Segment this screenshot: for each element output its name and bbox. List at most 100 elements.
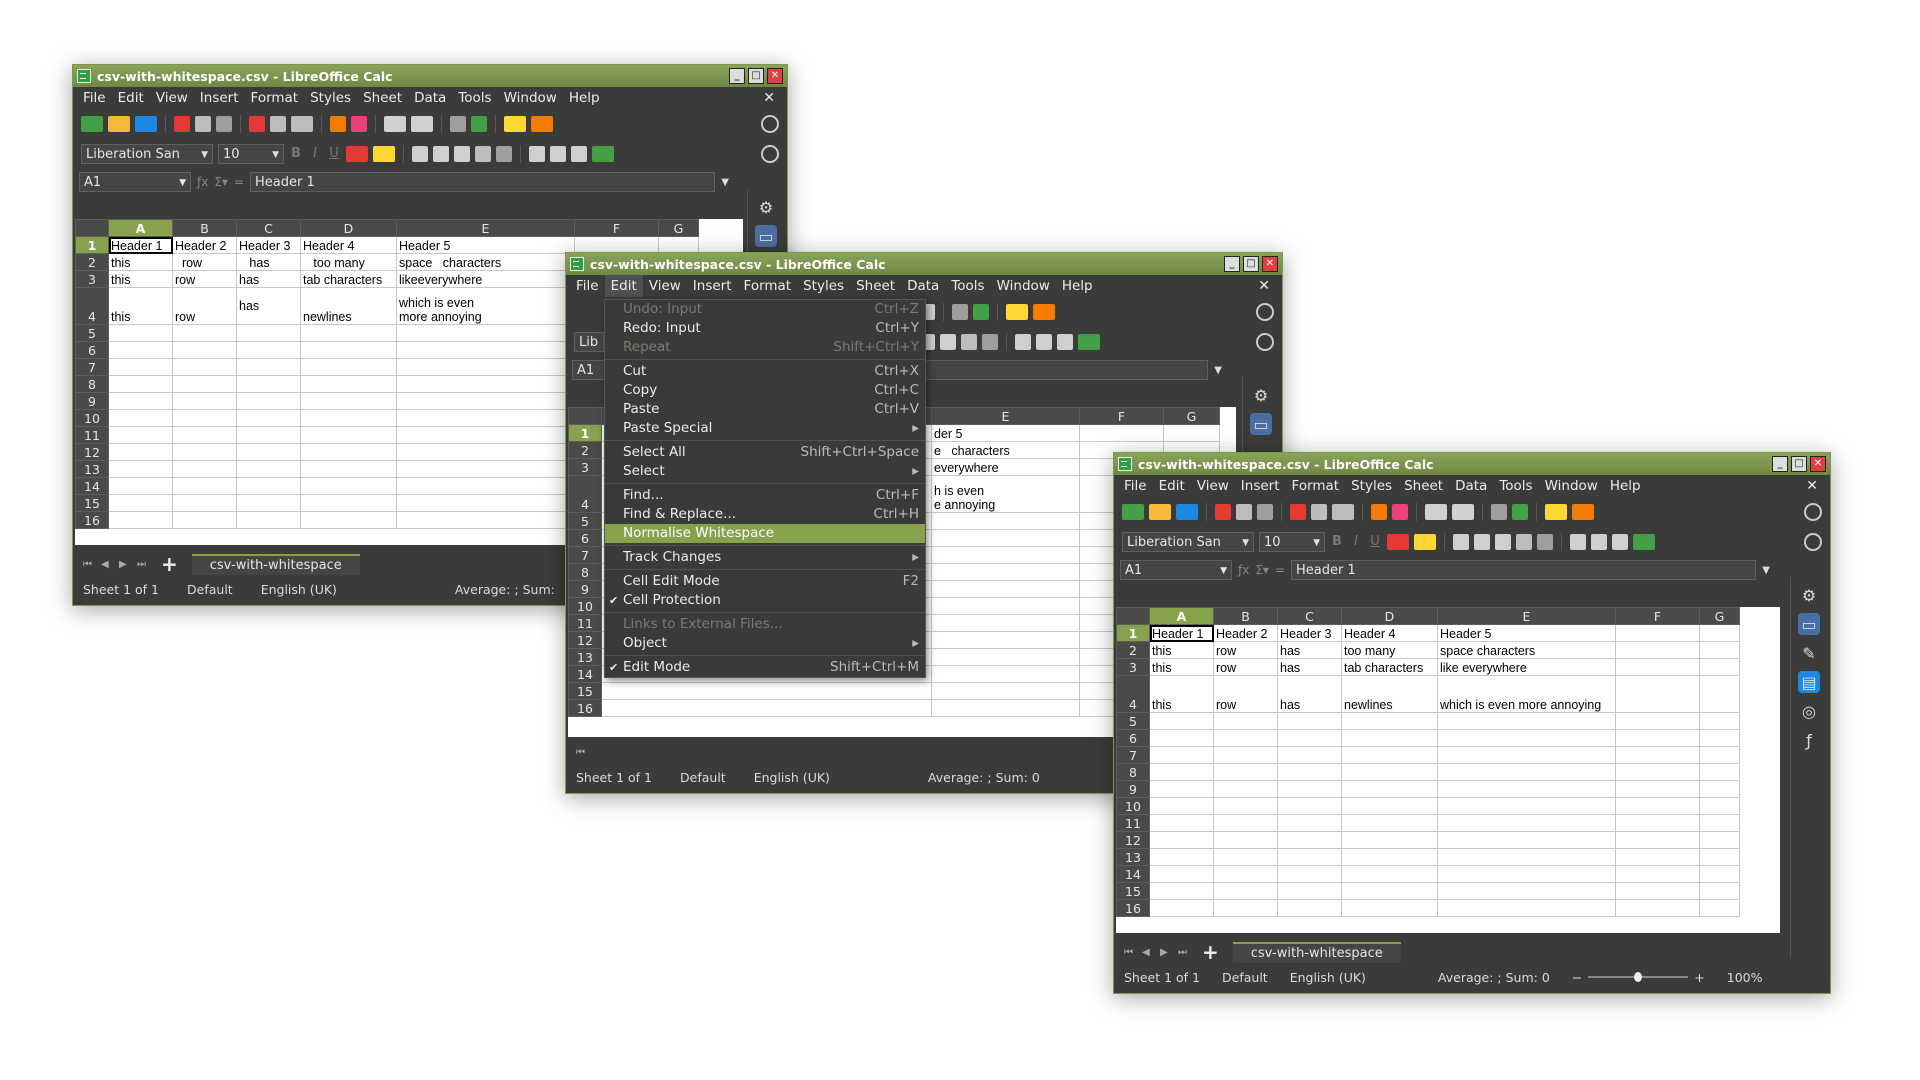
cell[interactable]: row bbox=[172, 253, 237, 271]
cell[interactable] bbox=[1341, 882, 1438, 900]
cell[interactable] bbox=[1213, 780, 1278, 798]
close-button[interactable]: ✕ bbox=[767, 68, 783, 84]
menu-format[interactable]: Format bbox=[245, 87, 305, 109]
cell[interactable]: too many bbox=[1341, 641, 1438, 659]
column-header-c[interactable]: C bbox=[1277, 607, 1342, 625]
align-bottom-icon[interactable] bbox=[1057, 334, 1073, 350]
cell[interactable] bbox=[108, 443, 173, 461]
cell[interactable] bbox=[1437, 763, 1616, 781]
cell[interactable] bbox=[1699, 729, 1740, 747]
minimize-button[interactable]: _ bbox=[729, 68, 745, 84]
column-header-g[interactable]: G bbox=[1163, 407, 1220, 425]
zoom-in-icon[interactable]: + bbox=[1694, 970, 1704, 985]
cell[interactable] bbox=[236, 341, 301, 359]
cell[interactable] bbox=[1213, 865, 1278, 883]
merge-cells-icon[interactable] bbox=[496, 146, 512, 162]
cell[interactable] bbox=[1149, 831, 1214, 849]
cell[interactable] bbox=[1163, 424, 1220, 442]
conditional-format-icon[interactable] bbox=[592, 146, 614, 162]
cell[interactable] bbox=[300, 511, 397, 529]
row-header[interactable]: 9 bbox=[1116, 780, 1150, 798]
cell[interactable] bbox=[108, 392, 173, 410]
merge-cells-icon[interactable] bbox=[982, 334, 998, 350]
clear-formatting-icon[interactable] bbox=[1392, 504, 1408, 520]
cell-table[interactable]: A B C D E F G 1 Header 1 Header 2 Header… bbox=[1116, 607, 1740, 917]
column-header-e[interactable]: E bbox=[931, 407, 1080, 425]
cell[interactable] bbox=[1437, 746, 1616, 764]
export-pdf-icon[interactable] bbox=[174, 116, 190, 132]
name-box[interactable]: A1 bbox=[572, 360, 606, 380]
row-header[interactable]: 12 bbox=[568, 631, 602, 649]
cell[interactable] bbox=[1149, 848, 1214, 866]
menu-item-links-external[interactable]: Links to External Files... bbox=[605, 615, 925, 634]
cell[interactable] bbox=[172, 460, 237, 478]
cell[interactable] bbox=[1615, 848, 1700, 866]
corner-select-all[interactable] bbox=[1116, 607, 1150, 625]
cell[interactable] bbox=[1437, 831, 1616, 849]
column-header-e[interactable]: E bbox=[396, 219, 575, 237]
cell[interactable] bbox=[1437, 712, 1616, 730]
spelling-icon[interactable] bbox=[973, 304, 989, 320]
cell[interactable] bbox=[931, 648, 1080, 666]
cell[interactable] bbox=[1615, 763, 1700, 781]
cell[interactable] bbox=[300, 341, 397, 359]
title-bar[interactable]: csv-with-whitespace.csv - LibreOffice Ca… bbox=[1114, 453, 1830, 475]
conditional-format-icon[interactable] bbox=[1633, 534, 1655, 550]
cell[interactable] bbox=[1615, 780, 1700, 798]
cell[interactable] bbox=[300, 358, 397, 376]
cell[interactable] bbox=[108, 494, 173, 512]
cell[interactable] bbox=[300, 409, 397, 427]
row-header[interactable]: 14 bbox=[1116, 865, 1150, 883]
expand-formula-bar-icon[interactable]: ▼ bbox=[1762, 565, 1770, 576]
row-header[interactable]: 6 bbox=[568, 529, 602, 547]
menu-view[interactable]: View bbox=[150, 87, 194, 109]
cell[interactable] bbox=[1277, 729, 1342, 747]
column-header-f[interactable]: F bbox=[1615, 607, 1700, 625]
cell[interactable] bbox=[396, 494, 575, 512]
center-vertically-icon[interactable] bbox=[1591, 534, 1607, 550]
cell[interactable] bbox=[300, 392, 397, 410]
menu-item-redo[interactable]: Redo: Input Ctrl+Y bbox=[605, 319, 925, 338]
menu-sheet[interactable]: Sheet bbox=[850, 275, 901, 297]
new-icon[interactable] bbox=[81, 116, 103, 132]
chevron-down-icon[interactable]: ▼ bbox=[201, 145, 208, 165]
close-document-icon[interactable]: ✕ bbox=[1250, 278, 1278, 294]
font-color-icon[interactable] bbox=[346, 146, 368, 162]
row-header[interactable]: 10 bbox=[568, 597, 602, 615]
cell[interactable]: row bbox=[172, 287, 237, 325]
wrap-text-icon[interactable] bbox=[475, 146, 491, 162]
row-header[interactable]: 3 bbox=[568, 458, 602, 476]
cell[interactable] bbox=[1213, 729, 1278, 747]
menu-window[interactable]: Window bbox=[1539, 475, 1604, 497]
row-header[interactable]: 5 bbox=[75, 324, 109, 342]
row-header[interactable]: 11 bbox=[75, 426, 109, 444]
open-icon[interactable] bbox=[108, 116, 130, 132]
column-header-d[interactable]: D bbox=[300, 219, 397, 237]
cell[interactable] bbox=[300, 324, 397, 342]
cell[interactable] bbox=[108, 477, 173, 495]
menu-styles[interactable]: Styles bbox=[797, 275, 850, 297]
cell[interactable] bbox=[300, 494, 397, 512]
properties-icon[interactable]: ▭ bbox=[755, 225, 777, 247]
undo-icon[interactable] bbox=[1425, 504, 1447, 520]
cell[interactable] bbox=[1341, 763, 1438, 781]
chevron-down-icon[interactable]: ▼ bbox=[1220, 561, 1227, 581]
italic-icon[interactable]: I bbox=[1349, 534, 1363, 550]
new-icon[interactable] bbox=[1122, 504, 1144, 520]
cell[interactable] bbox=[396, 460, 575, 478]
close-document-icon[interactable]: ✕ bbox=[755, 90, 783, 106]
zoom-knob[interactable] bbox=[1634, 972, 1643, 982]
cell[interactable] bbox=[236, 358, 301, 376]
cell[interactable] bbox=[300, 443, 397, 461]
close-button[interactable]: ✕ bbox=[1810, 456, 1826, 472]
cell[interactable]: which is even more annoying bbox=[1437, 675, 1616, 713]
cell[interactable] bbox=[1277, 882, 1342, 900]
gallery-icon[interactable]: ▤ bbox=[1798, 671, 1820, 693]
menu-file[interactable]: File bbox=[570, 275, 605, 297]
previous-sheet-icon[interactable]: ◀ bbox=[101, 559, 111, 570]
wrap-text-icon[interactable] bbox=[1516, 534, 1532, 550]
last-sheet-icon[interactable]: ⏭ bbox=[137, 559, 147, 570]
cell[interactable] bbox=[1699, 831, 1740, 849]
undo-icon[interactable] bbox=[384, 116, 406, 132]
cell[interactable]: has bbox=[236, 287, 301, 325]
